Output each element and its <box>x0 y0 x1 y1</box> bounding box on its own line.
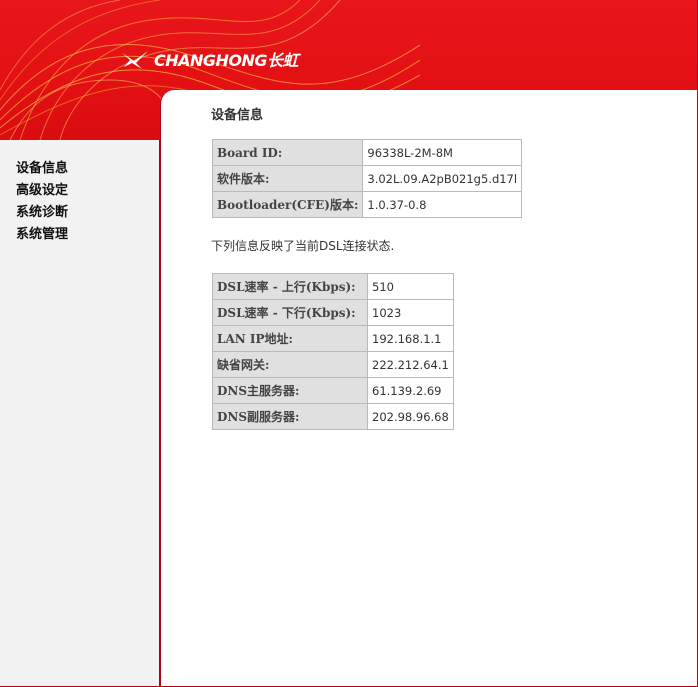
sidebar-nav: 设备信息 高级设定 系统诊断 系统管理 <box>0 140 159 246</box>
brand-logo-text: CHANGHONG长虹 <box>154 51 299 70</box>
dsl-downstream-label: DSL速率 - 下行(Kbps): <box>212 299 368 326</box>
sidebar-item-diagnostics[interactable]: 系统诊断 <box>16 202 159 224</box>
board-id-label: Board ID: <box>211 139 364 166</box>
dsl-downstream-value: 1023 <box>367 299 454 326</box>
brand-logo: CHANGHONG长虹 <box>120 44 299 74</box>
device-info-table: Board ID: 96338L-2M-8M 软件版本: 3.02L.09.A2… <box>211 139 523 218</box>
software-version-label: 软件版本: <box>211 165 364 192</box>
page-title: 设备信息 <box>211 108 264 123</box>
bootloader-version-value: 1.0.37-0.8 <box>362 191 523 218</box>
dsl-upstream-label: DSL速率 - 上行(Kbps): <box>212 273 368 300</box>
primary-dns-value: 61.139.2.69 <box>367 377 454 404</box>
bootloader-version-label: Bootloader(CFE)版本: <box>211 191 364 218</box>
table-row: LAN IP地址: 192.168.1.1 <box>212 325 454 352</box>
dsl-upstream-value: 510 <box>367 273 454 300</box>
table-row: DSL速率 - 上行(Kbps): 510 <box>212 273 454 300</box>
secondary-dns-label: DNS副服务器: <box>212 403 368 430</box>
table-row: 软件版本: 3.02L.09.A2pB021g5.d17l <box>211 165 523 192</box>
sidebar-item-advanced-settings[interactable]: 高级设定 <box>16 180 159 202</box>
table-row: 缺省网关: 222.212.64.1 <box>212 351 454 378</box>
table-row: Board ID: 96338L-2M-8M <box>211 139 523 166</box>
secondary-dns-value: 202.98.96.68 <box>367 403 454 430</box>
default-gateway-label: 缺省网关: <box>212 351 368 378</box>
table-row: DNS主服务器: 61.139.2.69 <box>212 377 454 404</box>
main-content: 设备信息 Board ID: 96338L-2M-8M 软件版本: 3.02L.… <box>160 90 698 687</box>
changhong-bird-icon <box>122 51 148 69</box>
table-row: DSL速率 - 下行(Kbps): 1023 <box>212 299 454 326</box>
table-row: Bootloader(CFE)版本: 1.0.37-0.8 <box>211 191 523 218</box>
board-id-value: 96338L-2M-8M <box>362 139 523 166</box>
lan-ip-value: 192.168.1.1 <box>367 325 454 352</box>
sidebar-item-device-info[interactable]: 设备信息 <box>16 158 159 180</box>
primary-dns-label: DNS主服务器: <box>212 377 368 404</box>
sidebar-item-management[interactable]: 系统管理 <box>16 224 159 246</box>
dsl-status-table: DSL速率 - 上行(Kbps): 510 DSL速率 - 下行(Kbps): … <box>212 273 454 430</box>
default-gateway-value: 222.212.64.1 <box>367 351 454 378</box>
dsl-status-description: 下列信息反映了当前DSL连接状态. <box>211 239 395 253</box>
sidebar: 设备信息 高级设定 系统诊断 系统管理 <box>0 140 160 687</box>
software-version-value: 3.02L.09.A2pB021g5.d17l <box>362 165 523 192</box>
table-row: DNS副服务器: 202.98.96.68 <box>212 403 454 430</box>
lan-ip-label: LAN IP地址: <box>212 325 368 352</box>
